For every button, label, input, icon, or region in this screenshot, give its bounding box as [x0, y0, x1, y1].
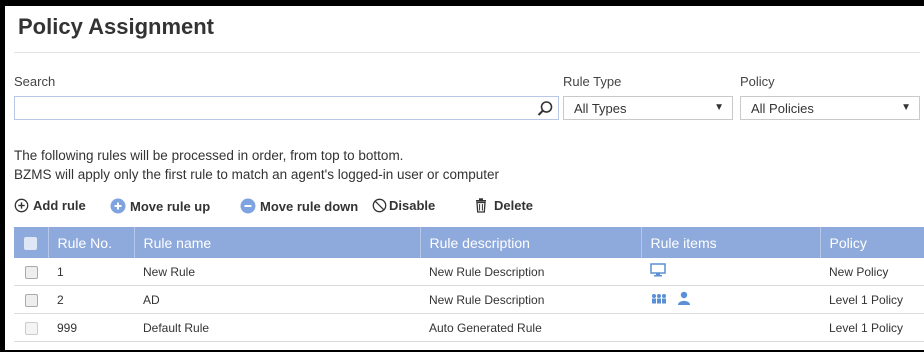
delete-label: Delete: [494, 198, 534, 213]
table-row[interactable]: 2 AD New Rule Description Level 1 Policy: [14, 285, 924, 314]
move-rule-up-button[interactable]: Move rule up: [110, 198, 210, 214]
rule-policy: Level 1 Policy: [820, 285, 924, 314]
select-all-checkbox[interactable]: [14, 227, 49, 258]
page-title: Policy Assignment: [18, 14, 215, 39]
computer-icon[interactable]: [650, 263, 666, 277]
rule-type-select[interactable]: All Types ▼: [563, 96, 733, 120]
user-icon[interactable]: [677, 291, 691, 305]
disable-button[interactable]: Disable: [372, 198, 435, 213]
policy-select[interactable]: All Policies ▼: [740, 96, 920, 120]
rule-name: New Rule: [134, 258, 420, 286]
policy-assignment-panel: Policy Assignment Search Rule Type Polic…: [5, 6, 924, 352]
delete-button[interactable]: Delete: [474, 198, 533, 213]
add-rule-button[interactable]: Add rule: [14, 198, 86, 213]
search-input[interactable]: [14, 96, 559, 120]
add-rule-label: Add rule: [33, 198, 86, 213]
table-header-row: Rule No. Rule name Rule description Rule…: [14, 227, 924, 258]
rule-policy: New Policy: [820, 258, 924, 286]
rule-items: [641, 285, 820, 314]
search-label: Search: [14, 74, 56, 89]
title-divider: [14, 52, 920, 53]
disable-icon: [372, 198, 387, 213]
dropdown-arrow-icon: ▼: [901, 102, 911, 113]
rule-type-value: All Types: [574, 101, 627, 116]
policy-label: Policy: [740, 74, 775, 89]
rule-type-label: Rule Type: [563, 74, 622, 89]
rule-policy: Level 1 Policy: [820, 313, 924, 342]
add-circle-icon: [14, 198, 29, 213]
column-header-policy[interactable]: Policy: [820, 227, 924, 258]
move-rule-down-label: Move rule down: [260, 198, 359, 214]
group-icon[interactable]: [650, 293, 668, 305]
disable-label: Disable: [389, 198, 436, 213]
column-header-rule-items[interactable]: Rule items: [641, 227, 821, 258]
move-down-icon: [240, 198, 256, 214]
move-rule-down-button[interactable]: Move rule down: [240, 198, 358, 214]
rule-no: 1: [48, 258, 134, 286]
rule-items: [641, 313, 820, 342]
column-header-rule-no[interactable]: Rule No.: [48, 227, 135, 258]
dropdown-arrow-icon: ▼: [714, 102, 724, 113]
row-checkbox[interactable]: [14, 258, 48, 286]
rule-name: Default Rule: [134, 313, 420, 342]
table-row[interactable]: 1 New Rule New Rule Description New Poli…: [14, 258, 924, 286]
column-header-rule-name[interactable]: Rule name: [134, 227, 421, 258]
policy-value: All Policies: [751, 101, 814, 116]
row-checkbox: [14, 313, 48, 342]
rule-no: 999: [48, 313, 134, 342]
column-header-rule-description[interactable]: Rule description: [420, 227, 642, 258]
rule-description: Auto Generated Rule: [420, 313, 641, 342]
row-checkbox[interactable]: [14, 285, 48, 314]
trash-icon: [476, 198, 486, 213]
rule-description: New Rule Description: [420, 285, 641, 314]
rules-table: Rule No. Rule name Rule description Rule…: [14, 227, 924, 342]
move-rule-up-label: Move rule up: [130, 198, 211, 214]
rule-items: [641, 258, 820, 286]
move-up-icon: [110, 198, 126, 214]
table-row[interactable]: 999 Default Rule Auto Generated Rule Lev…: [14, 313, 924, 342]
info-line-2: BZMS will apply only the first rule to m…: [14, 167, 500, 182]
info-line-1: The following rules will be processed in…: [14, 148, 404, 163]
rule-description: New Rule Description: [420, 258, 641, 286]
search-icon[interactable]: [536, 100, 554, 118]
rule-no: 2: [48, 285, 134, 314]
rule-name: AD: [134, 285, 420, 314]
